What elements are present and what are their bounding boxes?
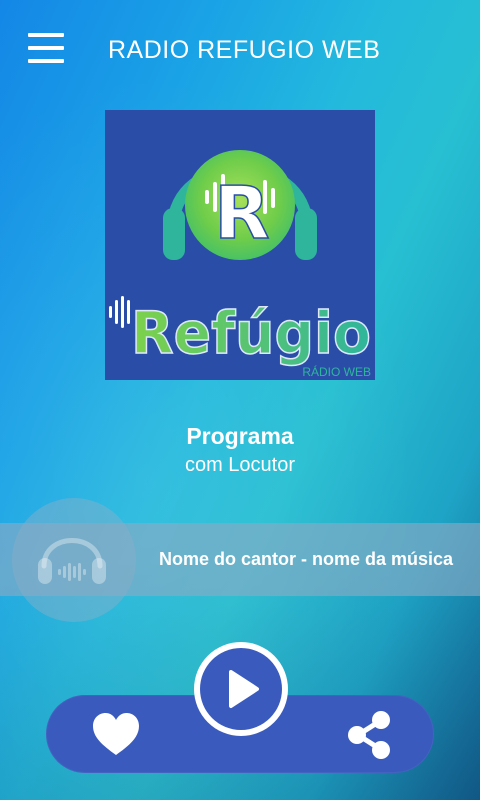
station-logo: R Refúgio RÁDIO WEB [105, 110, 375, 380]
logo-letter: R [214, 171, 269, 255]
play-icon [229, 670, 259, 708]
program-title: Programa [186, 423, 294, 449]
program-subtitle: com Locutor [184, 454, 296, 476]
play-button-inner [200, 648, 282, 730]
logo-tagline: RÁDIO WEB [302, 364, 371, 379]
headphones-icon [34, 526, 110, 588]
app-title: RADIO REFUGIO WEB [108, 36, 381, 64]
logo-brand: Refúgio [131, 299, 371, 367]
share-icon[interactable] [346, 710, 392, 760]
hamburger-menu-icon[interactable] [28, 33, 64, 63]
now-playing-text: Nome do cantor - nome da música [159, 549, 454, 569]
heart-icon[interactable] [92, 713, 140, 757]
play-button[interactable] [194, 642, 288, 736]
